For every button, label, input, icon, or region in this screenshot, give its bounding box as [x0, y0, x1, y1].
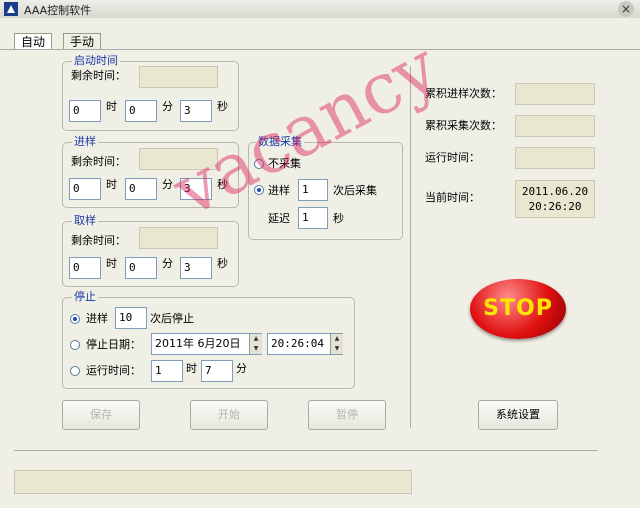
window-title: AAA控制软件	[24, 4, 92, 17]
after-collect-label: 次后采集	[333, 184, 377, 197]
start-remaining-label: 剩余时间：	[71, 69, 126, 82]
stop-feed-label: 进样	[86, 312, 108, 325]
feed-title: 进样	[72, 135, 98, 148]
feed-hour-input[interactable]: 0	[69, 178, 101, 200]
app-icon	[4, 2, 18, 16]
start-hour-input[interactable]: 0	[69, 100, 101, 122]
start-sec-unit: 秒	[217, 100, 228, 113]
spin-up-icon[interactable]: ▲	[331, 334, 343, 344]
delay-label: 延迟	[268, 212, 290, 225]
feed-min-input[interactable]: 0	[125, 178, 157, 200]
sample-min-unit: 分	[162, 257, 173, 270]
system-settings-button[interactable]: 系统设置	[478, 400, 558, 430]
stop-runtime-label: 运行时间：	[86, 364, 141, 377]
start-remaining-field	[139, 66, 218, 88]
stop-runtime-radio[interactable]	[70, 366, 80, 376]
collect-count-field	[515, 115, 595, 137]
stop-title: 停止	[72, 290, 98, 303]
sample-remaining-field	[139, 227, 218, 249]
feed-count-field	[515, 83, 595, 105]
collect-count-label: 累积采集次数：	[425, 119, 502, 132]
sample-hour-unit: 时	[106, 257, 117, 270]
title-bar: AAA控制软件 ×	[0, 0, 640, 18]
pause-button[interactable]: 暂停	[308, 400, 386, 430]
start-min-input[interactable]: 0	[125, 100, 157, 122]
sample-sec-unit: 秒	[217, 257, 228, 270]
close-button[interactable]: ×	[618, 1, 634, 17]
stop-date-spinner[interactable]: ▲ ▼	[249, 334, 262, 354]
stop-feed-count-input[interactable]: 10	[115, 307, 147, 329]
spin-up-icon[interactable]: ▲	[250, 334, 262, 344]
current-time-label: 当前时间：	[425, 191, 480, 204]
vertical-divider	[410, 66, 411, 428]
stop-time-spinner[interactable]: ▲ ▼	[330, 334, 343, 354]
feed-remaining-label: 剩余时间：	[71, 155, 126, 168]
start-button[interactable]: 开始	[190, 400, 268, 430]
sample-remaining-label: 剩余时间：	[71, 234, 126, 247]
current-time-text: 20:26:20	[528, 200, 582, 213]
bottom-divider	[14, 450, 598, 451]
save-button[interactable]: 保存	[62, 400, 140, 430]
start-time-title: 启动时间	[72, 54, 120, 67]
run-time-field	[515, 147, 595, 169]
delay-input[interactable]: 1	[298, 207, 328, 229]
stop-runtime-hour-input[interactable]: 1	[151, 360, 183, 382]
feed-hour-unit: 时	[106, 178, 117, 191]
stop-date-radio[interactable]	[70, 340, 80, 350]
sample-hour-input[interactable]: 0	[69, 257, 101, 279]
tab-manual[interactable]: 手动	[63, 33, 102, 50]
tab-divider	[0, 49, 640, 50]
sample-min-input[interactable]: 0	[125, 257, 157, 279]
stop-runtime-min-input[interactable]: 7	[201, 360, 233, 382]
spin-down-icon[interactable]: ▼	[331, 344, 343, 354]
sample-title: 取样	[72, 214, 98, 227]
stop-button[interactable]: STOP	[470, 279, 566, 339]
start-hour-unit: 时	[106, 100, 117, 113]
stop-date-picker[interactable]: 2011年 6月20日	[151, 333, 262, 355]
stop-date-label: 停止日期：	[86, 338, 141, 351]
spin-down-icon[interactable]: ▼	[250, 344, 262, 354]
sample-sec-input[interactable]: 3	[180, 257, 212, 279]
run-time-label: 运行时间：	[425, 151, 480, 164]
status-bar	[14, 470, 412, 494]
current-date-text: 2011.06.20	[521, 185, 589, 198]
stop-feed-radio[interactable]	[70, 314, 80, 324]
start-sec-input[interactable]: 3	[180, 100, 212, 122]
feed-collect-count-input[interactable]: 1	[298, 179, 328, 201]
current-time-field: 2011.06.20 20:26:20	[515, 180, 595, 218]
stop-runtime-hour-unit: 时	[186, 362, 197, 375]
stop-runtime-min-unit: 分	[236, 362, 247, 375]
delay-unit: 秒	[333, 212, 344, 225]
stop-after-label: 次后停止	[150, 312, 194, 325]
start-min-unit: 分	[162, 100, 173, 113]
tab-auto[interactable]: 自动	[14, 33, 53, 50]
